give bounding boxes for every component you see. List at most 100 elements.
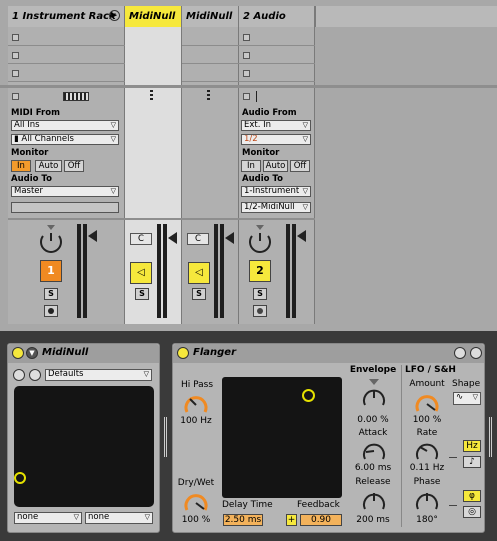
- release-knob[interactable]: [360, 489, 388, 513]
- input-channel-select[interactable]: 1/2 ▽: [241, 134, 311, 145]
- rate-hz-button[interactable]: Hz: [463, 440, 481, 452]
- monitor-in-button[interactable]: In: [11, 160, 31, 172]
- feedback-label: Feedback: [297, 500, 340, 510]
- clip-stop-button[interactable]: [12, 52, 19, 59]
- hipass-knob[interactable]: [182, 392, 210, 418]
- y-source-select[interactable]: none ▽: [85, 512, 153, 524]
- volume-fader-handle[interactable]: [88, 230, 97, 242]
- clip-slot[interactable]: [239, 48, 315, 64]
- monitor-in-button[interactable]: In: [241, 160, 261, 172]
- level-meter: [163, 224, 167, 318]
- attack-knob[interactable]: [360, 439, 388, 463]
- track-title: 2 Audio: [243, 11, 286, 22]
- midi-from-select[interactable]: All Ins ▽: [11, 120, 119, 131]
- phase-knob[interactable]: [413, 489, 441, 513]
- arm-button[interactable]: [44, 305, 58, 317]
- arm-button[interactable]: [253, 305, 267, 317]
- clip-slot[interactable]: [182, 48, 239, 64]
- track-header-midinull-2[interactable]: MidiNull: [182, 6, 239, 27]
- crossfade-button[interactable]: C: [130, 233, 152, 245]
- select-value: Master: [14, 186, 44, 196]
- audio-to-channel-select[interactable]: [11, 202, 119, 213]
- spin-mode-button[interactable]: ◎: [463, 506, 481, 518]
- pan-knob[interactable]: [245, 224, 275, 254]
- monitor-auto-button[interactable]: Auto: [263, 160, 288, 172]
- clip-stop-button[interactable]: [243, 52, 250, 59]
- clip-stop-button[interactable]: [12, 34, 19, 41]
- clip-slot[interactable]: [182, 66, 239, 82]
- delay-time-value[interactable]: 2.50 ms: [223, 514, 263, 526]
- clip-slot[interactable]: [8, 48, 125, 64]
- audio-from-select[interactable]: Ext. In ▽: [241, 120, 311, 131]
- pan-knob[interactable]: [36, 224, 66, 254]
- fold-arrow-icon[interactable]: ▶: [109, 10, 120, 21]
- volume-fader-handle[interactable]: [225, 232, 234, 244]
- record-icon: [257, 308, 263, 314]
- envelope-label: Envelope: [349, 365, 397, 375]
- audio-to-channel-select[interactable]: 1/2-MidiNull ▽: [241, 202, 311, 213]
- envelope-knob[interactable]: [360, 377, 388, 413]
- divider: [8, 218, 315, 220]
- xy-pad-handle[interactable]: [302, 389, 315, 402]
- solo-button[interactable]: S: [253, 288, 267, 300]
- clip-slot[interactable]: [239, 30, 315, 46]
- save-preset-icon[interactable]: [470, 347, 482, 359]
- feedback-polarity-button[interactable]: +: [286, 514, 297, 526]
- xy-pad[interactable]: [14, 386, 154, 507]
- solo-button[interactable]: S: [192, 288, 206, 300]
- monitor-off-button[interactable]: Off: [290, 160, 310, 172]
- lfo-label: LFO / S&H: [405, 365, 456, 375]
- volume-fader-handle[interactable]: [168, 232, 177, 244]
- x-source-select[interactable]: none ▽: [14, 512, 82, 524]
- save-preset-icon[interactable]: [29, 369, 41, 381]
- speaker-on-icon[interactable]: ◁: [188, 262, 210, 284]
- device-chain-grip[interactable]: [489, 417, 493, 457]
- note-icon: ♪: [469, 457, 475, 467]
- feedback-value[interactable]: 0.90: [300, 514, 342, 526]
- fold-arrow-icon[interactable]: ▼: [26, 347, 38, 359]
- midi-channel-select[interactable]: ▮ All Channels ▽: [11, 134, 119, 145]
- monitor-auto-button[interactable]: Auto: [35, 160, 62, 172]
- solo-button[interactable]: S: [44, 288, 58, 300]
- track-header-instrument-rack[interactable]: 1 Instrument Rack ▶: [8, 6, 125, 27]
- crossfade-button[interactable]: C: [187, 233, 209, 245]
- hot-swap-icon[interactable]: [13, 369, 25, 381]
- device-on-icon[interactable]: [12, 347, 24, 359]
- rate-knob[interactable]: [413, 439, 441, 463]
- device-chain-grip[interactable]: [164, 417, 168, 457]
- clip-stop-button[interactable]: [243, 70, 250, 77]
- audio-to-select[interactable]: 1-Instrument ▽: [241, 186, 311, 197]
- monitor-off-button[interactable]: Off: [64, 160, 84, 172]
- select-value: 1/2: [244, 134, 258, 144]
- device-title-bar[interactable]: Flanger: [173, 344, 484, 363]
- clip-stop-button[interactable]: [12, 70, 19, 77]
- device-title: Flanger: [193, 347, 236, 358]
- track-activator-button[interactable]: 2: [249, 260, 271, 282]
- preset-select[interactable]: Defaults ▽: [45, 369, 152, 381]
- clip-slot[interactable]: [8, 30, 125, 46]
- rate-sync-button[interactable]: ♪: [463, 456, 481, 468]
- clip-slot[interactable]: [239, 66, 315, 82]
- hot-swap-icon[interactable]: [454, 347, 466, 359]
- chevron-down-icon: ▽: [110, 135, 116, 143]
- speaker-on-icon[interactable]: ◁: [130, 262, 152, 284]
- flanger-xy-pad[interactable]: [222, 377, 342, 498]
- volume-fader-handle[interactable]: [297, 230, 306, 242]
- drywet-knob[interactable]: [182, 490, 210, 516]
- stop-clip-button[interactable]: [12, 93, 19, 100]
- clip-slot[interactable]: [182, 30, 239, 46]
- track-activator-button[interactable]: 1: [40, 260, 62, 282]
- phase-mode-button[interactable]: φ: [463, 490, 481, 502]
- track-header-midinull-1[interactable]: MidiNull: [125, 6, 182, 27]
- track-header-audio[interactable]: 2 Audio: [239, 6, 315, 27]
- xy-pad-handle[interactable]: [14, 472, 26, 484]
- clip-slot[interactable]: [8, 66, 125, 82]
- clip-stop-button[interactable]: [243, 34, 250, 41]
- monitor-label: Monitor: [11, 148, 49, 158]
- solo-button[interactable]: S: [135, 288, 149, 300]
- audio-to-select[interactable]: Master ▽: [11, 186, 119, 197]
- amount-knob[interactable]: [413, 391, 441, 417]
- stop-clip-button[interactable]: [243, 93, 250, 100]
- shape-select[interactable]: ∿ ▽: [453, 392, 481, 405]
- device-on-icon[interactable]: [177, 347, 189, 359]
